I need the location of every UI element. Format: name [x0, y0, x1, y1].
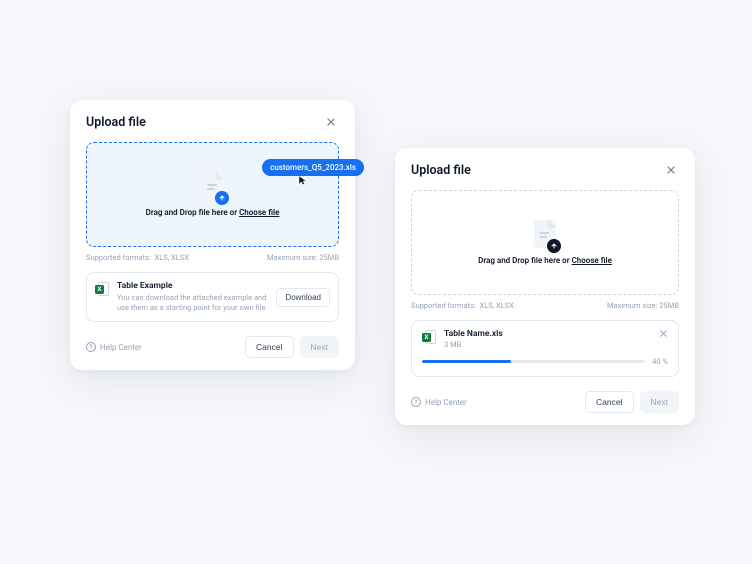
dropzone-text-static: Drag and Drop file here or — [146, 208, 239, 217]
example-title: Table Example — [117, 281, 268, 291]
help-icon: ? — [411, 397, 421, 407]
example-desc: You can download the attached example an… — [117, 293, 268, 313]
hints-row: Supported formats: XLS, XLSX Maximum siz… — [411, 301, 679, 310]
cursor-icon — [298, 175, 308, 188]
example-text: Table Example You can download the attac… — [117, 281, 268, 313]
dropzone-text-static: Drag and Drop file here or — [478, 256, 571, 265]
modal-footer: ? Help Center Cancel Next — [411, 391, 679, 413]
supported-formats: Supported formats: XLS, XLSX — [411, 301, 514, 310]
progress-percent: 40 % — [652, 357, 668, 366]
file-placeholder-icon — [534, 220, 556, 248]
upload-arrow-icon — [547, 239, 561, 253]
close-icon — [666, 165, 676, 175]
hints-row: Supported formats: XLS, XLSX Maximum siz… — [86, 253, 339, 262]
help-label: Help Center — [100, 343, 142, 352]
cancel-button[interactable]: Cancel — [585, 391, 633, 413]
modal-header: Upload file — [86, 114, 339, 130]
upload-modal-progress: Upload file Drag and Drop file here or C… — [395, 148, 695, 425]
next-button[interactable]: Next — [640, 391, 679, 413]
dropzone-text: Drag and Drop file here or Choose file — [478, 256, 612, 265]
upload-progress-box: X Table Name.xls 3 MB 40 % — [411, 320, 679, 377]
close-icon — [659, 329, 668, 338]
download-button[interactable]: Download — [276, 288, 330, 307]
dragged-file-badge: customers_Q5_2023.xls — [262, 159, 364, 176]
close-button[interactable] — [663, 162, 679, 178]
modal-footer: ? Help Center Cancel Next — [86, 336, 339, 358]
max-size: Maximum size: 25MB — [607, 301, 679, 310]
next-button[interactable]: Next — [300, 336, 339, 358]
excel-icon: X — [422, 330, 436, 344]
choose-file-link[interactable]: Choose file — [239, 208, 279, 217]
modal-title: Upload file — [86, 115, 146, 130]
excel-icon: X — [95, 282, 109, 296]
help-label: Help Center — [425, 398, 467, 407]
modal-header: Upload file — [411, 162, 679, 178]
dropzone[interactable]: Drag and Drop file here or Choose file — [411, 190, 679, 295]
progress-fill — [422, 360, 511, 363]
upload-arrow-icon — [215, 191, 229, 205]
file-placeholder-icon — [202, 172, 224, 200]
close-button[interactable] — [323, 114, 339, 130]
help-center-link[interactable]: ? Help Center — [411, 397, 467, 407]
remove-file-button[interactable] — [659, 329, 668, 341]
uploading-file-name: Table Name.xls — [444, 329, 651, 339]
upload-modal-dragging: Upload file customers_Q5_2023.xls Drag a… — [70, 100, 355, 370]
dropzone-active[interactable]: customers_Q5_2023.xls Drag and Drop file… — [86, 142, 339, 247]
dropzone-text: Drag and Drop file here or Choose file — [146, 208, 280, 217]
supported-formats: Supported formats: XLS, XLSX — [86, 253, 189, 262]
help-center-link[interactable]: ? Help Center — [86, 342, 142, 352]
help-icon: ? — [86, 342, 96, 352]
max-size: Maximum size: 25MB — [267, 253, 339, 262]
example-box: X Table Example You can download the att… — [86, 272, 339, 322]
close-icon — [326, 117, 336, 127]
cancel-button[interactable]: Cancel — [245, 336, 293, 358]
choose-file-link[interactable]: Choose file — [572, 256, 612, 265]
uploading-file-size: 3 MB — [444, 340, 651, 349]
progress-bar — [422, 360, 644, 363]
modal-title: Upload file — [411, 163, 471, 178]
